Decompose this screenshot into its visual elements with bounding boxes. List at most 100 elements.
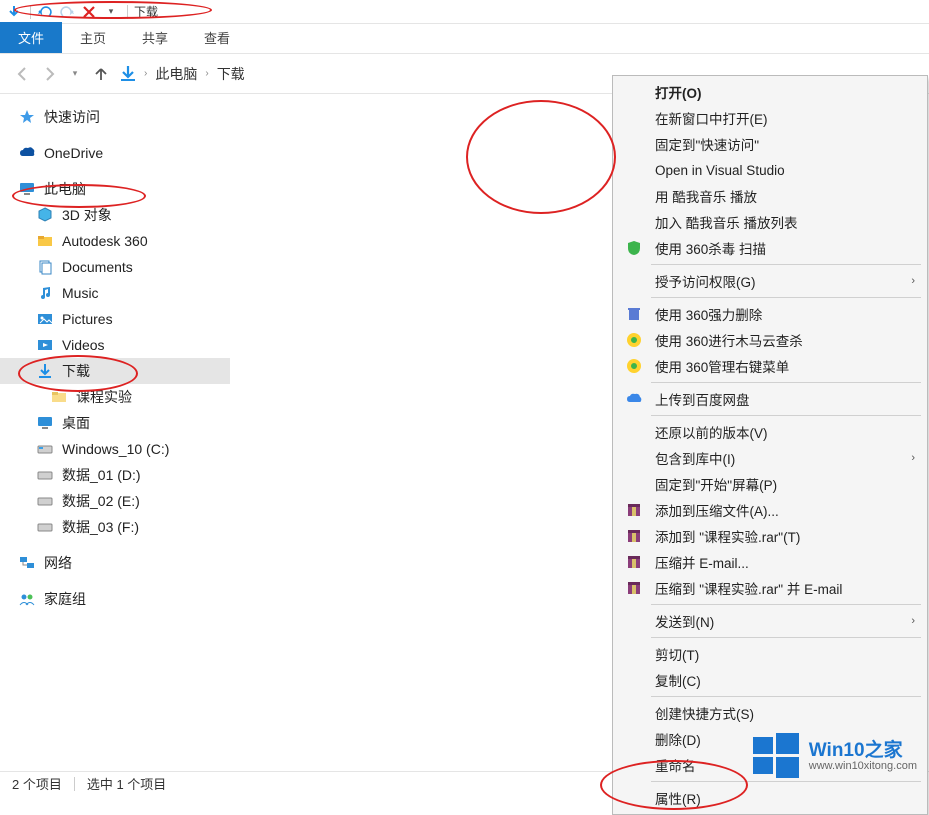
ribbon-tabs: 文件 主页 共享 查看 <box>0 24 929 54</box>
tree-label: 桌面 <box>62 413 90 433</box>
tab-view[interactable]: 查看 <box>186 22 248 53</box>
tree-label: Windows_10 (C:) <box>62 441 169 457</box>
chevron-right-icon: › <box>911 452 915 464</box>
status-selected: 选中 1 个项目 <box>87 774 166 793</box>
tree-label: Documents <box>62 259 133 275</box>
cloud-icon <box>18 144 36 162</box>
folder-icon <box>36 232 54 250</box>
menu-pin-quick-access[interactable]: 固定到"快速访问" <box>615 131 925 157</box>
windows-logo-icon <box>753 733 799 779</box>
tree-label: Videos <box>62 337 105 353</box>
menu-360-manage[interactable]: 使用 360管理右键菜单 <box>615 353 925 379</box>
chevron-right-icon[interactable]: › <box>144 68 147 79</box>
menu-open-visual-studio[interactable]: Open in Visual Studio <box>615 157 925 183</box>
tree-label: 此电脑 <box>44 179 86 199</box>
menu-open-new-window[interactable]: 在新窗口中打开(E) <box>615 105 925 131</box>
chevron-right-icon: › <box>911 615 915 627</box>
context-menu: 打开(O) 在新窗口中打开(E) 固定到"快速访问" Open in Visua… <box>612 75 928 815</box>
tree-drive-f[interactable]: 数据_03 (F:) <box>0 514 230 540</box>
pin-icon[interactable] <box>4 2 24 22</box>
nav-back-icon[interactable] <box>10 61 36 87</box>
folder-icon <box>50 388 68 406</box>
watermark-title: Win10之家 <box>809 741 917 760</box>
tree-label: 网络 <box>44 553 72 573</box>
breadcrumb-pc[interactable]: 此电脑 <box>149 62 203 86</box>
menu-360-trojan[interactable]: 使用 360进行木马云查杀 <box>615 327 925 353</box>
pictures-icon <box>36 310 54 328</box>
tree-drive-c[interactable]: Windows_10 (C:) <box>0 436 230 462</box>
menu-compress-email[interactable]: 压缩并 E-mail... <box>615 549 925 575</box>
tree-music[interactable]: Music <box>0 280 230 306</box>
tree-autodesk[interactable]: Autodesk 360 <box>0 228 230 254</box>
tree-label: 家庭组 <box>44 589 86 609</box>
tree-label: Music <box>62 285 99 301</box>
menu-properties[interactable]: 属性(R) <box>615 785 925 811</box>
menu-open[interactable]: 打开(O) <box>615 79 925 105</box>
menu-kuwo-playlist[interactable]: 加入 酷我音乐 播放列表 <box>615 209 925 235</box>
menu-copy[interactable]: 复制(C) <box>615 667 925 693</box>
tree-drive-d[interactable]: 数据_01 (D:) <box>0 462 230 488</box>
tree-videos[interactable]: Videos <box>0 332 230 358</box>
tree-label: 快速访问 <box>44 107 100 127</box>
menu-compress-to-email[interactable]: 压缩到 "课程实验.rar" 并 E-mail <box>615 575 925 601</box>
archive-icon <box>625 527 643 545</box>
menu-include-library[interactable]: 包含到库中(I)› <box>615 445 925 471</box>
tree-drive-e[interactable]: 数据_02 (E:) <box>0 488 230 514</box>
delete-icon[interactable] <box>79 2 99 22</box>
archive-icon <box>625 553 643 571</box>
window-title: 下载 <box>134 3 158 20</box>
tree-quick-access[interactable]: 快速访问 <box>0 104 230 130</box>
drive-icon <box>36 518 54 536</box>
menu-send-to[interactable]: 发送到(N)› <box>615 608 925 634</box>
tree-homegroup[interactable]: 家庭组 <box>0 586 230 612</box>
menu-cut[interactable]: 剪切(T) <box>615 641 925 667</box>
title-bar: ▾ 下载 <box>0 0 929 24</box>
tree-this-pc[interactable]: 此电脑 <box>0 176 230 202</box>
menu-grant-access[interactable]: 授予访问权限(G)› <box>615 268 925 294</box>
menu-upload-baidu[interactable]: 上传到百度网盘 <box>615 386 925 412</box>
menu-pin-start[interactable]: 固定到"开始"屏幕(P) <box>615 471 925 497</box>
homegroup-icon <box>18 590 36 608</box>
breadcrumb-current[interactable]: 下载 <box>211 62 251 86</box>
tree-network[interactable]: 网络 <box>0 550 230 576</box>
tree-label: 数据_01 (D:) <box>62 465 141 485</box>
tree-course-experiment[interactable]: 课程实验 <box>0 384 230 410</box>
status-items: 2 个项目 <box>12 774 62 793</box>
tree-label: 数据_03 (F:) <box>62 517 139 537</box>
tree-pictures[interactable]: Pictures <box>0 306 230 332</box>
menu-360-force-delete[interactable]: 使用 360强力删除 <box>615 301 925 327</box>
nav-forward-icon[interactable] <box>36 61 62 87</box>
watermark: Win10之家 www.win10xitong.com <box>753 733 917 779</box>
menu-add-to-rar[interactable]: 添加到 "课程实验.rar"(T) <box>615 523 925 549</box>
nav-up-icon[interactable] <box>88 61 114 87</box>
menu-360-scan[interactable]: 使用 360杀毒 扫描 <box>615 235 925 261</box>
tab-file[interactable]: 文件 <box>0 22 62 53</box>
menu-separator <box>651 415 921 416</box>
tree-downloads[interactable]: 下载 <box>0 358 230 384</box>
tab-home[interactable]: 主页 <box>62 22 124 53</box>
star-icon <box>18 108 36 126</box>
menu-separator <box>651 781 921 782</box>
tree-label: Autodesk 360 <box>62 233 148 249</box>
redo-icon[interactable] <box>57 2 77 22</box>
menu-kuwo-play[interactable]: 用 酷我音乐 播放 <box>615 183 925 209</box>
menu-create-shortcut[interactable]: 创建快捷方式(S) <box>615 700 925 726</box>
menu-add-archive[interactable]: 添加到压缩文件(A)... <box>615 497 925 523</box>
monitor-icon <box>18 180 36 198</box>
tree-label: 下载 <box>62 361 90 381</box>
nav-history-icon[interactable]: ▾ <box>62 61 88 87</box>
chevron-right-icon[interactable]: › <box>205 68 208 79</box>
archive-icon <box>625 579 643 597</box>
tree-label: 课程实验 <box>76 387 132 407</box>
tree-onedrive[interactable]: OneDrive <box>0 140 230 166</box>
menu-restore-version[interactable]: 还原以前的版本(V) <box>615 419 925 445</box>
network-icon <box>18 554 36 572</box>
separator <box>74 777 75 791</box>
tree-desktop[interactable]: 桌面 <box>0 410 230 436</box>
tree-documents[interactable]: Documents <box>0 254 230 280</box>
shield-icon <box>625 239 643 257</box>
tab-share[interactable]: 共享 <box>124 22 186 53</box>
customize-qat-icon[interactable]: ▾ <box>101 2 121 22</box>
tree-3d-objects[interactable]: 3D 对象 <box>0 202 230 228</box>
undo-icon[interactable] <box>35 2 55 22</box>
